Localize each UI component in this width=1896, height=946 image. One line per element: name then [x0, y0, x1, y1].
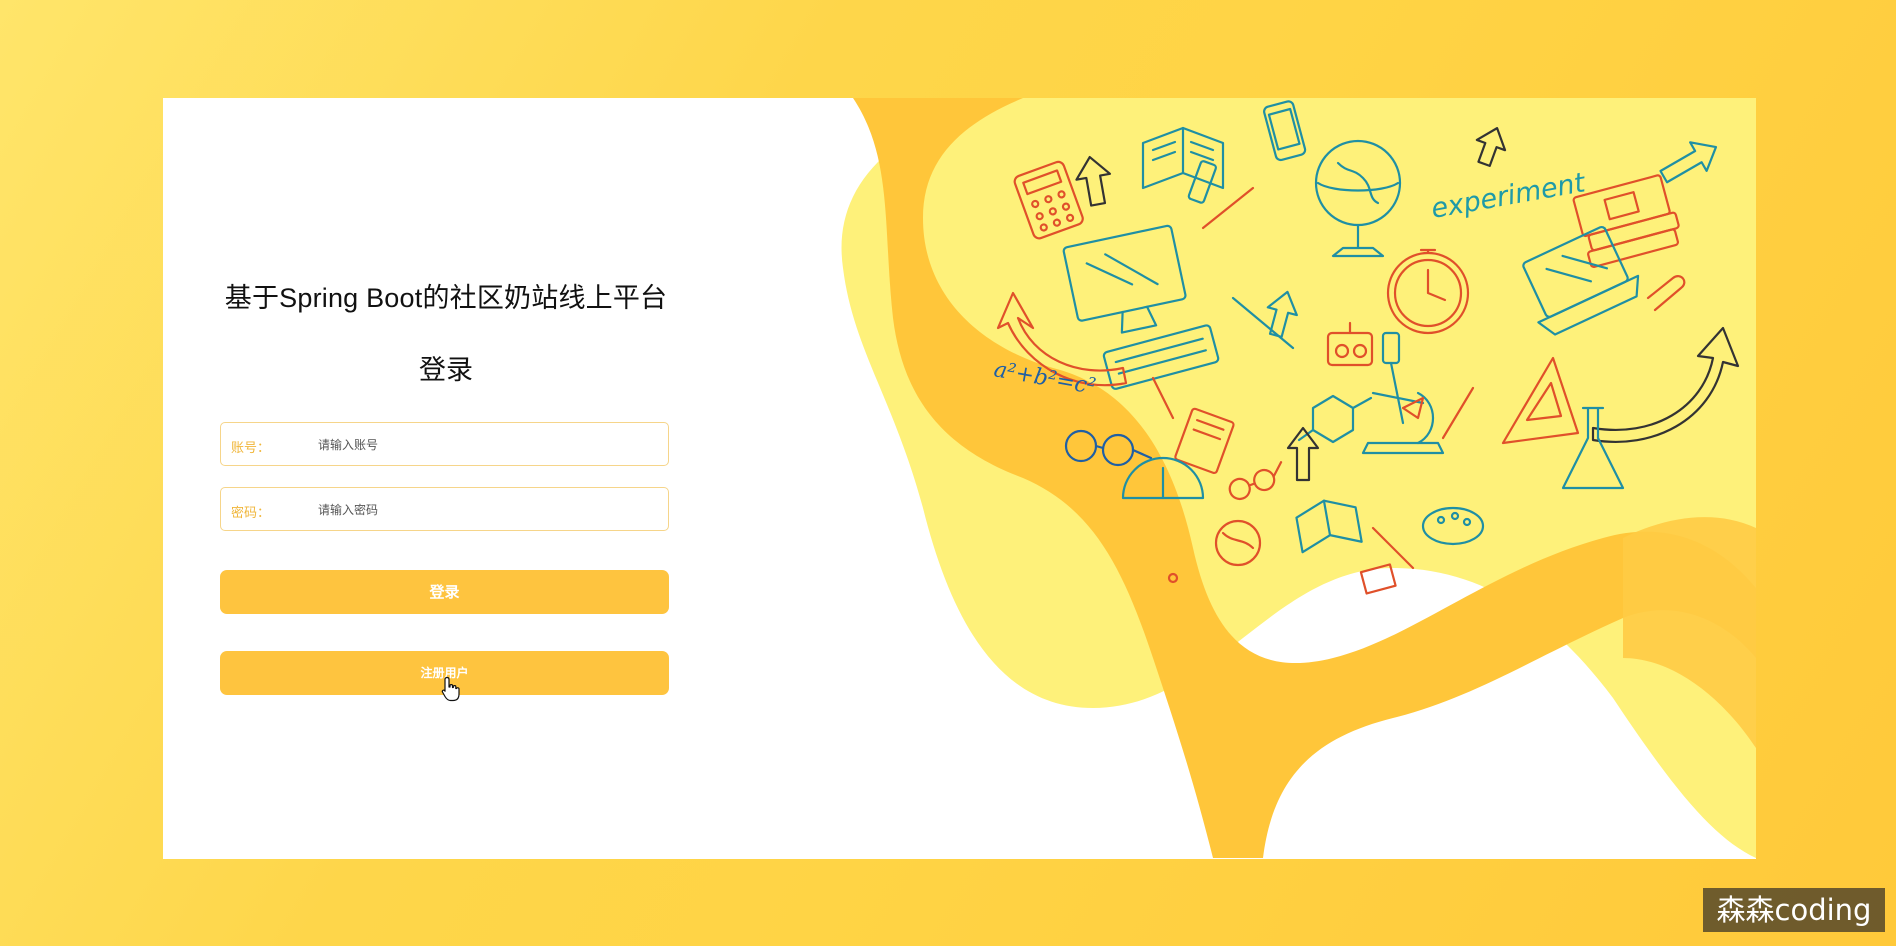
account-input[interactable]	[316, 431, 660, 459]
site-title: 基于Spring Boot的社区奶站线上平台	[224, 283, 668, 313]
education-illustration: a²+b²=c² experiment	[841, 98, 1756, 858]
login-heading: 登录	[419, 355, 473, 385]
password-label: 密码：	[231, 505, 271, 520]
login-button[interactable]: 登录	[220, 570, 669, 614]
login-card: 基于Spring Boot的社区奶站线上平台 登录 账号： 密码： 登录 注册用…	[163, 98, 1756, 859]
password-input[interactable]	[316, 496, 660, 524]
hand-cursor-icon	[441, 676, 460, 702]
login-form-panel: 基于Spring Boot的社区奶站线上平台 登录 账号： 密码： 登录 注册用…	[163, 98, 783, 859]
account-field[interactable]: 账号：	[220, 422, 669, 466]
password-field[interactable]: 密码：	[220, 487, 669, 531]
watermark: 森森coding	[1703, 888, 1885, 932]
account-label: 账号：	[231, 440, 271, 455]
